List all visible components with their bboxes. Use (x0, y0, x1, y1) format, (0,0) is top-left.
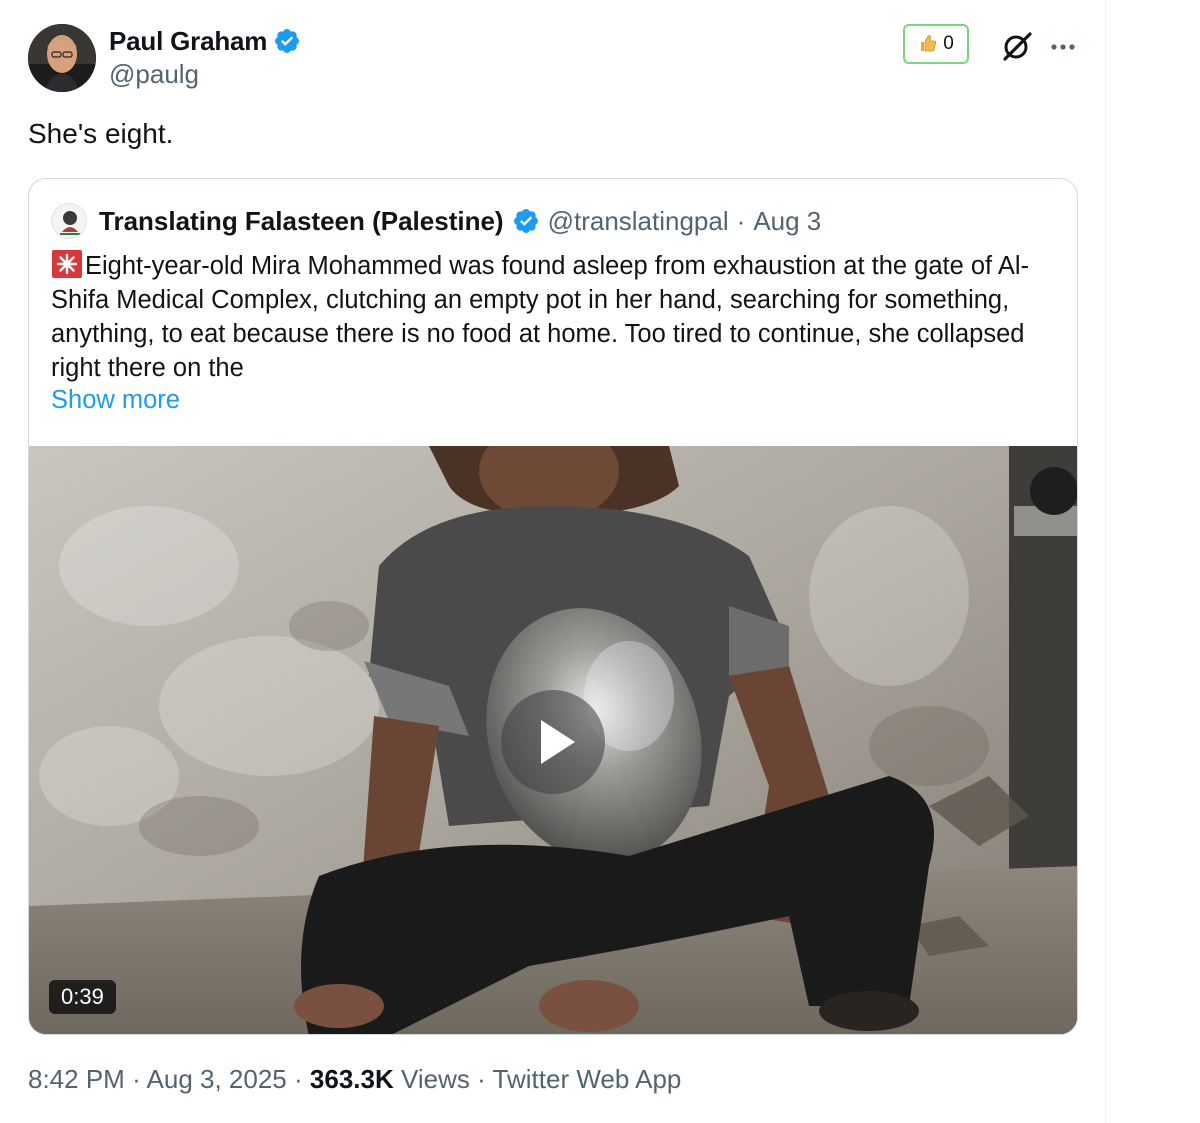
separator-dot: · (294, 1064, 303, 1094)
verified-badge-icon (273, 27, 301, 55)
quoted-author-avatar[interactable] (51, 203, 87, 239)
tweet-source[interactable]: Twitter Web App (493, 1064, 682, 1094)
quoted-tweet-date[interactable]: Aug 3 (753, 206, 821, 237)
author-name-row: Paul Graham (109, 24, 301, 58)
verified-badge-icon (512, 207, 540, 235)
video-player[interactable]: 0:39 (29, 446, 1077, 1034)
quoted-tweet-card[interactable]: Translating Falasteen (Palestine) @trans… (28, 178, 1078, 1035)
video-duration-badge: 0:39 (49, 980, 116, 1014)
separator-dot: · (132, 1064, 141, 1094)
separator-dot: · (736, 205, 746, 236)
more-dots-icon[interactable] (1048, 32, 1078, 62)
quoted-author-name[interactable]: Translating Falasteen (Palestine) (99, 206, 504, 237)
quoted-author-handle[interactable]: @translatingpal (548, 206, 729, 237)
views-label: Views (400, 1064, 470, 1094)
views-count: 363.3K (309, 1064, 394, 1094)
author-avatar[interactable] (28, 24, 96, 92)
quoted-tweet-header: Translating Falasteen (Palestine) @trans… (51, 203, 821, 239)
reaction-count: 0 (943, 33, 954, 54)
tweet-time[interactable]: 8:42 PM (28, 1064, 125, 1094)
separator-dot: · (477, 1064, 486, 1094)
right-column-divider (1105, 0, 1106, 1123)
quoted-tweet-text: Eight-year-old Mira Mohammed was found a… (51, 252, 1029, 382)
tweet-text: She's eight. (28, 118, 174, 149)
show-more-link[interactable]: Show more (51, 386, 180, 415)
grok-icon[interactable] (999, 28, 1035, 64)
thumbs-up-icon (918, 33, 938, 56)
author-handle[interactable]: @paulg (109, 59, 199, 90)
quoted-tweet-body: Eight-year-old Mira Mohammed was found a… (51, 249, 1061, 385)
author-name[interactable]: Paul Graham (109, 26, 267, 57)
tweet-meta: 8:42 PM · Aug 3, 2025 · 363.3K Views · T… (28, 1064, 681, 1095)
tweet-date[interactable]: Aug 3, 2025 (147, 1064, 287, 1094)
play-icon[interactable] (501, 690, 605, 794)
reaction-button[interactable]: 0 (903, 24, 969, 64)
siren-alert-icon (51, 249, 83, 279)
